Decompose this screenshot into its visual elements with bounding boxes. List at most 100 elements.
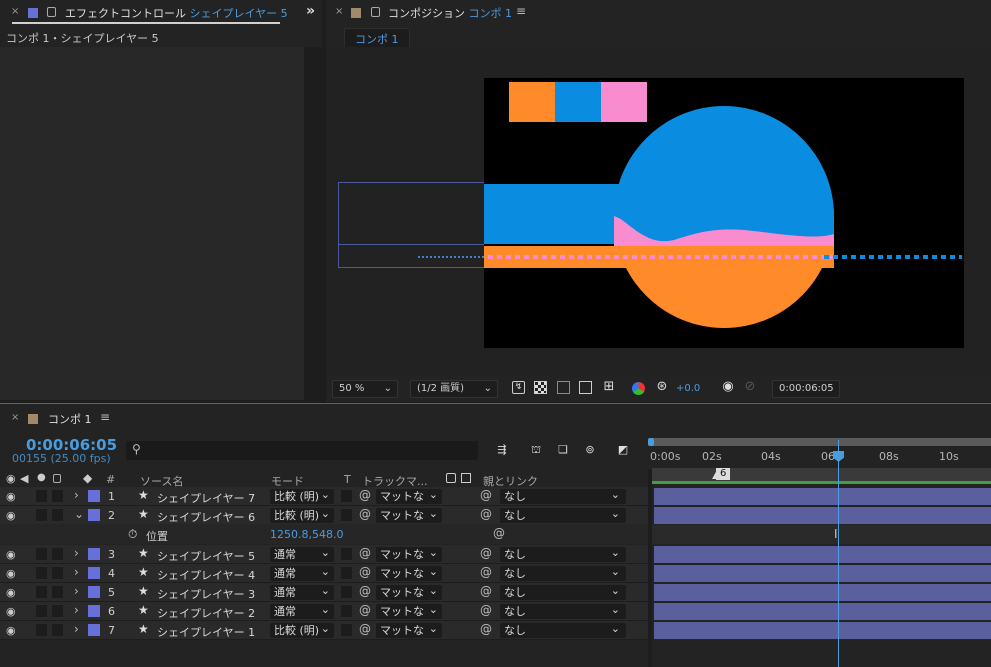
pick-whip-icon[interactable]: @	[359, 488, 371, 502]
pick-whip-icon[interactable]: @	[359, 584, 371, 598]
parent-select[interactable]: なし ⌄	[500, 488, 626, 504]
solo-box[interactable]	[36, 605, 47, 617]
fast-preview-icon[interactable]: ↯	[512, 381, 525, 394]
expand-arrow-icon[interactable]: ›	[74, 565, 79, 579]
solo-box[interactable]	[36, 509, 47, 521]
layer-duration-bar[interactable]	[654, 603, 991, 620]
blend-mode-select[interactable]: 比較 (明) ⌄	[270, 507, 334, 523]
eye-icon[interactable]: ◉	[6, 624, 16, 637]
comp-marker-label[interactable]: 6	[716, 468, 731, 480]
eye-icon[interactable]: ◉	[6, 509, 16, 522]
layer-duration-bar[interactable]	[654, 565, 991, 582]
channel-icon[interactable]	[632, 382, 645, 395]
label-color-swatch[interactable]	[88, 586, 100, 598]
audio-switch-icon[interactable]: ◀	[20, 472, 28, 485]
layer-duration-bar[interactable]	[654, 584, 991, 601]
comp-mini-flowchart-icon[interactable]: ⇶	[494, 442, 510, 458]
parent-pick-whip-icon[interactable]: @	[480, 622, 492, 636]
track-matte-select[interactable]: マットな ⌄	[376, 565, 442, 581]
search-input[interactable]: ⚲	[126, 441, 478, 460]
effect-controls-scrollbar[interactable]	[304, 47, 322, 400]
blend-mode-select[interactable]: 通常 ⌄	[270, 584, 334, 600]
parent-select[interactable]: なし ⌄	[500, 565, 626, 581]
panel-divider[interactable]	[648, 469, 652, 667]
tab-timeline-comp[interactable]: コンポ 1	[48, 411, 92, 427]
close-icon[interactable]: ×	[11, 412, 19, 423]
exposure-reset-icon[interactable]: ⊛	[654, 380, 670, 396]
label-color-swatch[interactable]	[88, 567, 100, 579]
work-area-bar[interactable]	[652, 438, 991, 446]
track-matte-select[interactable]: マットな ⌄	[376, 603, 442, 619]
layer-duration-bar[interactable]	[654, 622, 991, 639]
layer-duration-bar[interactable]	[654, 546, 991, 563]
tab-composition[interactable]: コンポジション コンポ 1	[388, 5, 512, 21]
blend-mode-select[interactable]: 比較 (明) ⌄	[270, 622, 334, 638]
solo-box[interactable]	[36, 548, 47, 560]
lock-icon[interactable]	[371, 7, 380, 17]
blend-mode-select[interactable]: 通常 ⌄	[270, 546, 334, 562]
track-matte-select[interactable]: マットな ⌄	[376, 584, 442, 600]
camera-icon[interactable]: ◉	[720, 380, 736, 396]
lock-icon[interactable]	[53, 474, 61, 483]
stopwatch-icon[interactable]: ⏱	[128, 527, 137, 542]
parent-pick-whip-icon[interactable]: @	[480, 565, 492, 579]
preserve-transparency-box[interactable]	[341, 490, 352, 502]
solo-box[interactable]	[36, 624, 47, 636]
close-icon[interactable]: ×	[335, 6, 343, 17]
video-switch-icon[interactable]: ◉	[6, 472, 16, 485]
layer-row[interactable]: ◉ › 4 ★ シェイプレイヤー 4 通常 ⌄ @ マットな ⌄ @ なし ⌄	[0, 564, 648, 583]
solo-box[interactable]	[36, 490, 47, 502]
blend-mode-select[interactable]: 通常 ⌄	[270, 565, 334, 581]
layer-name[interactable]: シェイプレイヤー 3	[157, 586, 255, 602]
solo-box[interactable]	[36, 567, 47, 579]
parent-select[interactable]: なし ⌄	[500, 546, 626, 562]
eye-icon[interactable]: ◉	[6, 490, 16, 503]
lock-box[interactable]	[52, 509, 63, 521]
expand-arrow-icon[interactable]: ›	[74, 584, 79, 598]
layer-name[interactable]: シェイプレイヤー 4	[157, 567, 255, 583]
panel-menu-icon[interactable]: ≡	[516, 4, 526, 18]
transparency-grid-icon[interactable]	[534, 381, 547, 394]
close-icon[interactable]: ×	[11, 6, 19, 17]
eye-icon[interactable]: ◉	[6, 605, 16, 618]
blend-mode-select[interactable]: 通常 ⌄	[270, 603, 334, 619]
layer-row[interactable]: ◉ › 1 ★ シェイプレイヤー 7 比較 (明) ⌄ @ マットな ⌄ @ なし ⌄	[0, 487, 648, 506]
solo-box[interactable]	[36, 586, 47, 598]
parent-pick-whip-icon[interactable]: @	[480, 584, 492, 598]
track-matte-select[interactable]: マットな ⌄	[376, 488, 442, 504]
graph-editor-icon[interactable]: ◩	[615, 442, 631, 458]
layer-duration-bar[interactable]	[654, 507, 991, 524]
frame-blending-icon[interactable]: ⊚	[582, 442, 598, 458]
lock-box[interactable]	[52, 624, 63, 636]
lock-box[interactable]	[52, 586, 63, 598]
preserve-transparency-box[interactable]	[341, 605, 352, 617]
preserve-transparency-box[interactable]	[341, 624, 352, 636]
solo-switch-icon[interactable]: ●	[37, 472, 46, 483]
label-color-swatch[interactable]	[88, 548, 100, 560]
layer-row[interactable]: ◉ › 6 ★ シェイプレイヤー 2 通常 ⌄ @ マットな ⌄ @ なし ⌄	[0, 602, 648, 621]
draft-3d-icon[interactable]: ⛫	[528, 442, 544, 458]
layer-name[interactable]: シェイプレイヤー 6	[157, 509, 255, 525]
label-color-swatch[interactable]	[88, 624, 100, 636]
current-time-display[interactable]: 0:00:06:05	[772, 380, 840, 398]
panel-menu-icon[interactable]: ≡	[100, 410, 110, 424]
marker-track[interactable]: 6	[652, 468, 991, 482]
pick-whip-icon[interactable]: @	[359, 603, 371, 617]
lock-box[interactable]	[52, 605, 63, 617]
layer-name[interactable]: シェイプレイヤー 2	[157, 605, 255, 621]
expand-arrow-icon[interactable]: ›	[74, 546, 79, 560]
preserve-transparency-box[interactable]	[341, 586, 352, 598]
track-matte-select[interactable]: マットな ⌄	[376, 507, 442, 523]
eye-icon[interactable]: ◉	[6, 586, 16, 599]
pick-whip-icon[interactable]: @	[359, 546, 371, 560]
panel-overflow-icon[interactable]: »	[306, 3, 315, 19]
pick-whip-icon[interactable]: @	[493, 526, 505, 540]
preserve-transparency-box[interactable]	[341, 509, 352, 521]
label-color-swatch[interactable]	[88, 605, 100, 617]
eye-icon[interactable]: ◉	[6, 548, 16, 561]
zoom-dropdown[interactable]: 50 % ⌄	[332, 380, 398, 398]
comp-canvas[interactable]	[484, 78, 964, 348]
layer-row[interactable]: ◉ › 3 ★ シェイプレイヤー 5 通常 ⌄ @ マットな ⌄ @ なし ⌄	[0, 545, 648, 564]
parent-pick-whip-icon[interactable]: @	[480, 507, 492, 521]
lock-box[interactable]	[52, 490, 63, 502]
